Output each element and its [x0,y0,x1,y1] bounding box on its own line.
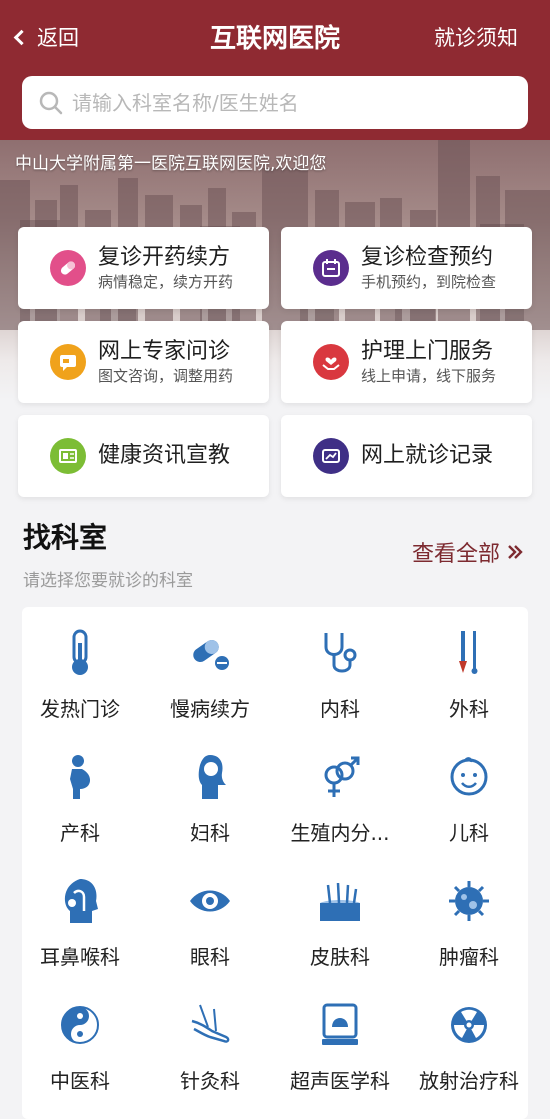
service-name: 网上就诊记录 [361,443,494,468]
dept-name: 慢病续方 [170,697,250,721]
section-subtitle: 请选择您要就诊的科室 [23,571,193,591]
dept-acupuncture[interactable]: 针灸科 [146,1001,274,1094]
dept-name: 肿瘤科 [439,945,499,969]
dept-obstetrics[interactable]: 产科 [16,753,144,846]
yin-yang-icon [16,1001,144,1049]
surgical-tools-icon [405,629,533,677]
gender-icon [276,753,404,801]
capsule-icon [146,629,274,677]
dept-ophthalmology[interactable]: 眼科 [146,877,274,970]
dept-name: 皮肤科 [310,945,370,969]
dept-surgery[interactable]: 外科 [405,629,533,722]
service-card-exam-booking[interactable]: 复诊检查预约 手机预约，到院检查 [281,227,532,309]
view-all-label: 查看全部 [411,542,500,567]
dept-name: 儿科 [449,821,489,845]
ent-head-icon [16,877,144,925]
dept-name: 中医科 [50,1069,110,1093]
dept-name: 产科 [60,821,100,845]
section-title: 找科室 [23,521,108,554]
dept-name: 发热门诊 [40,697,120,721]
search-icon [39,91,63,114]
search-input[interactable] [72,90,512,115]
department-grid: 发热门诊 慢病续方 内科 外科 产科 妇科 生殖内分... 儿科 耳鼻喉科 眼科… [22,607,528,1119]
skin-icon [276,877,404,925]
service-card-refill[interactable]: 复诊开药续方 病情稳定，续方开药 [18,227,269,309]
service-card-expert-consult[interactable]: 网上专家问诊 图文咨询，调整用药 [18,321,269,403]
ultrasound-icon [276,1001,404,1049]
service-name: 网上专家问诊 [98,339,231,364]
dept-chronic-refill[interactable]: 慢病续方 [146,629,274,722]
service-name: 健康资讯宣教 [98,443,231,468]
back-button[interactable]: 返回 [12,22,79,52]
stethoscope-icon [276,629,404,677]
dept-name: 耳鼻喉科 [40,945,120,969]
service-sub: 手机预约，到院检查 [361,273,497,291]
dept-ent[interactable]: 耳鼻喉科 [16,877,144,970]
service-card-visit-records[interactable]: 网上就诊记录 [281,415,532,497]
dept-name: 针灸科 [180,1069,240,1093]
dept-name: 外科 [449,697,489,721]
service-card-home-nursing[interactable]: 护理上门服务 线上申请，线下服务 [281,321,532,403]
dept-ultrasound[interactable]: 超声医学科 [276,1001,404,1094]
woman-icon [146,753,274,801]
dept-name: 内科 [320,697,360,721]
chevron-left-icon [13,29,30,45]
dept-reproductive-endocrine[interactable]: 生殖内分... [276,753,404,846]
welcome-text: 中山大学附属第一医院互联网医院,欢迎您 [15,154,327,174]
baby-face-icon [405,753,533,801]
dept-name: 生殖内分... [290,821,390,845]
calendar-icon [313,250,349,286]
dept-tcm[interactable]: 中医科 [16,1001,144,1094]
news-icon [50,438,86,474]
service-sub: 线上申请，线下服务 [361,367,497,385]
dept-pediatrics[interactable]: 儿科 [405,753,533,846]
chat-icon [50,344,86,380]
dept-gynecology[interactable]: 妇科 [146,753,274,846]
dept-name: 放射治疗科 [419,1069,519,1093]
record-icon [313,438,349,474]
acupuncture-hand-icon [146,1001,274,1049]
service-name: 复诊检查预约 [361,245,494,270]
pregnant-icon [16,753,144,801]
double-chevron-right-icon [506,543,524,561]
radiation-icon [405,1001,533,1049]
thermometer-icon [16,629,144,677]
pill-icon [50,250,86,286]
tumor-cell-icon [405,877,533,925]
dept-oncology[interactable]: 肿瘤科 [405,877,533,970]
search-bar[interactable] [22,76,528,129]
view-all-link[interactable]: 查看全部 [412,536,524,568]
notice-link[interactable]: 就诊须知 [434,22,518,52]
dept-fever-clinic[interactable]: 发热门诊 [16,629,144,722]
service-name: 复诊开药续方 [98,245,231,270]
dept-dermatology[interactable]: 皮肤科 [276,877,404,970]
service-name: 护理上门服务 [361,339,494,364]
dept-name: 眼科 [190,945,230,969]
eye-icon [146,877,274,925]
dept-name: 妇科 [190,821,230,845]
dept-internal-medicine[interactable]: 内科 [276,629,404,722]
dept-name: 超声医学科 [290,1069,390,1093]
care-hands-icon [313,344,349,380]
back-label: 返回 [37,26,79,50]
dept-radiotherapy[interactable]: 放射治疗科 [405,1001,533,1094]
service-sub: 病情稳定，续方开药 [98,273,234,291]
service-card-health-news[interactable]: 健康资讯宣教 [18,415,269,497]
nav-bar: 返回 互联网医院 就诊须知 [0,0,550,72]
service-sub: 图文咨询，调整用药 [98,367,234,385]
